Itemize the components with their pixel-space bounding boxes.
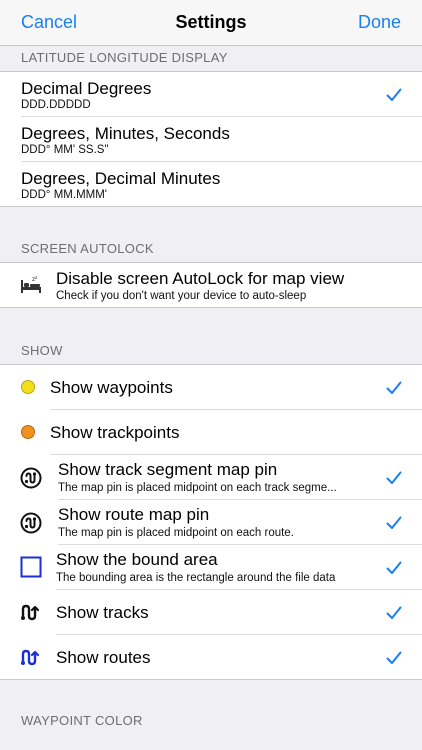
- nav-bar: Cancel Settings Done: [0, 0, 422, 46]
- route-pin-icon: [20, 512, 42, 534]
- row-title: Show track segment map pin: [58, 460, 278, 479]
- latlon-group: Decimal Degrees DDD.DDDDD Degrees, Minut…: [0, 71, 422, 207]
- checkmark-icon: [386, 516, 402, 529]
- show-row-trackpoints[interactable]: Show trackpoints: [0, 410, 422, 455]
- latlon-row-dms[interactable]: Degrees, Minutes, Seconds DDD° MM' SS.S": [0, 117, 422, 162]
- checkmark-icon: [386, 651, 402, 664]
- row-title: Show the bound area: [56, 550, 218, 569]
- show-row-track-segment-pin[interactable]: Show track segment map pin The map pin i…: [0, 455, 422, 500]
- section-header-autolock: SCREEN AUTOLOCK: [21, 241, 154, 256]
- row-title: Decimal Degrees: [21, 79, 152, 98]
- row-title: Degrees, Decimal Minutes: [21, 169, 221, 188]
- row-title: Show tracks: [56, 603, 149, 622]
- latlon-row-ddm[interactable]: Degrees, Decimal Minutes DDD° MM.MMM': [0, 162, 422, 207]
- row-subtitle: DDD.DDDDD: [21, 99, 91, 111]
- section-header-waypoint-color: WAYPOINT COLOR: [21, 713, 143, 728]
- row-subtitle: Check if you don't want your device to a…: [56, 290, 307, 302]
- routes-icon: [21, 649, 40, 666]
- bed-icon: z z: [21, 276, 41, 293]
- row-title: Degrees, Minutes, Seconds: [21, 124, 230, 143]
- show-row-tracks[interactable]: Show tracks: [0, 590, 422, 635]
- section-header-show: SHOW: [21, 343, 63, 358]
- checkmark-icon: [386, 606, 402, 619]
- row-title: Show waypoints: [50, 378, 173, 397]
- row-subtitle: DDD° MM' SS.S": [21, 144, 109, 156]
- autolock-group: z z Disable screen AutoLock for map view…: [0, 262, 422, 308]
- row-title: Show route map pin: [58, 505, 210, 524]
- show-row-bound-area[interactable]: Show the bound area The bounding area is…: [0, 545, 422, 590]
- latlon-row-decimal-degrees[interactable]: Decimal Degrees DDD.DDDDD: [0, 72, 422, 117]
- section-header-latlon: LATITUDE LONGITUDE DISPLAY: [21, 50, 228, 65]
- track-pin-icon: [20, 467, 42, 489]
- tracks-icon: [21, 604, 40, 621]
- orange-dot-icon: [21, 425, 35, 439]
- yellow-dot-icon: [21, 380, 35, 394]
- done-button[interactable]: Done: [358, 12, 401, 33]
- row-title: Show routes: [56, 648, 151, 667]
- row-subtitle: The map pin is placed midpoint on each t…: [58, 482, 337, 494]
- row-title: Show trackpoints: [50, 423, 180, 442]
- show-row-routes[interactable]: Show routes: [0, 635, 422, 680]
- show-row-waypoints[interactable]: Show waypoints: [0, 365, 422, 410]
- checkmark-icon: [386, 381, 402, 394]
- row-subtitle: The map pin is placed midpoint on each r…: [58, 527, 294, 539]
- checkmark-icon: [386, 88, 402, 101]
- checkmark-icon: [386, 471, 402, 484]
- row-title: Disable screen AutoLock for map view: [56, 269, 345, 288]
- bound-square-icon: [20, 556, 42, 578]
- autolock-row[interactable]: z z Disable screen AutoLock for map view…: [0, 263, 422, 307]
- svg-text:z: z: [35, 276, 38, 281]
- show-group: Show waypoints Show trackpoints Show tra…: [0, 364, 422, 680]
- checkmark-icon: [386, 561, 402, 574]
- row-subtitle: The bounding area is the rectangle aroun…: [56, 572, 336, 584]
- show-row-route-pin[interactable]: Show route map pin The map pin is placed…: [0, 500, 422, 545]
- row-subtitle: DDD° MM.MMM': [21, 189, 107, 201]
